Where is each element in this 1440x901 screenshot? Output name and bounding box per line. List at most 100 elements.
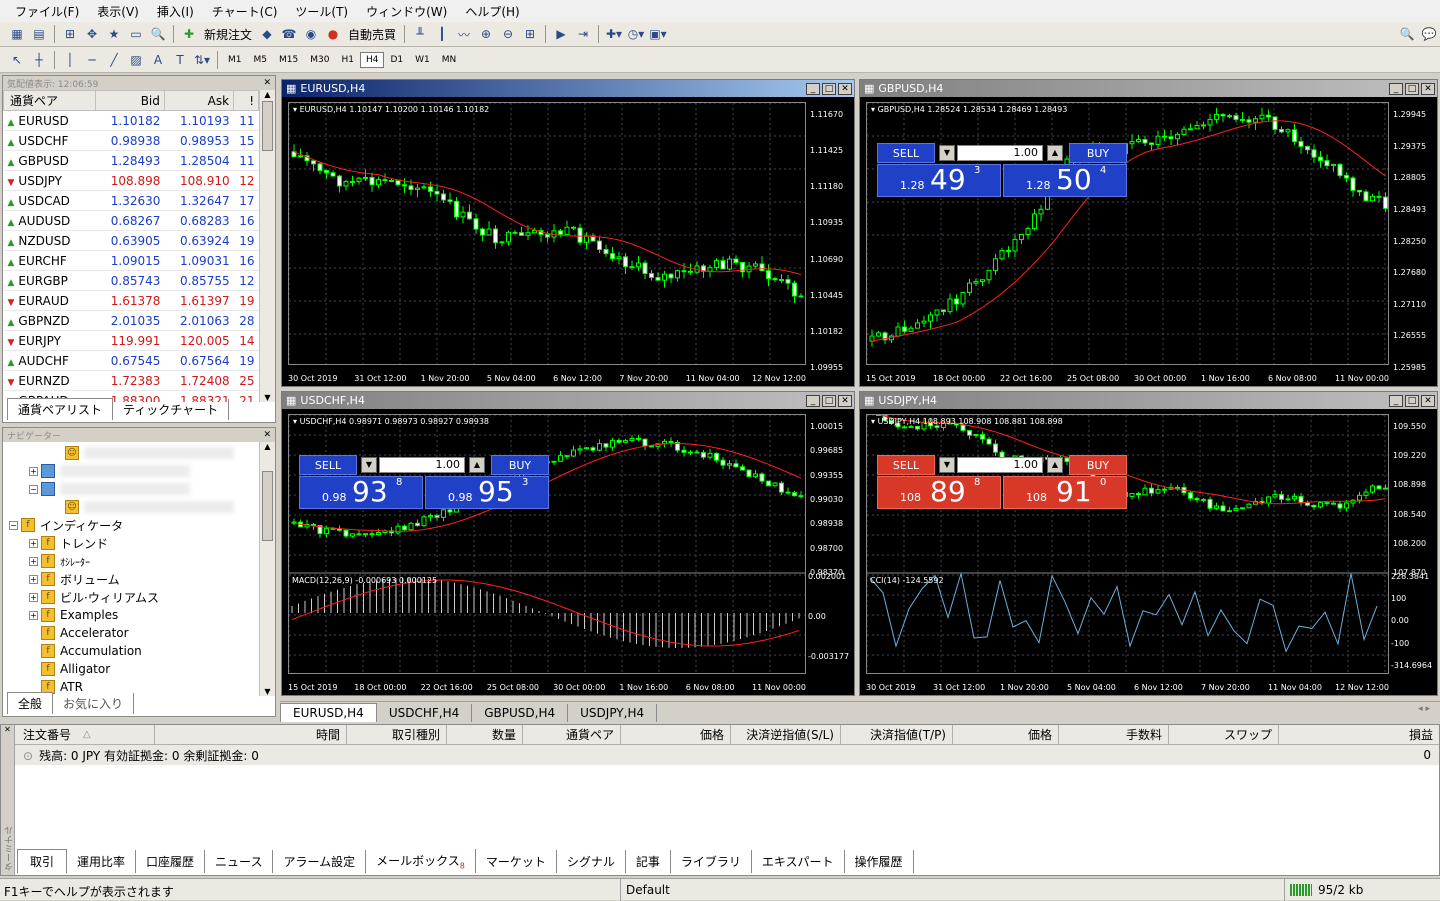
buy-button[interactable]: BUY bbox=[491, 455, 549, 475]
market-watch-row[interactable]: ▲EURGBP0.857430.8575512 bbox=[4, 271, 259, 291]
tab-gbpusd[interactable]: GBPUSD,H4 bbox=[472, 704, 568, 722]
price-plot[interactable]: CCI(14) -124.5592▾ USDJPY,H4 108.893 108… bbox=[866, 414, 1389, 674]
vertical-line-icon[interactable]: │ bbox=[59, 49, 81, 71]
tf-m5[interactable]: M5 bbox=[248, 52, 274, 68]
tab-symbols[interactable]: 通貨ペアリスト bbox=[7, 398, 113, 420]
navigator-toggle-icon[interactable]: ★ bbox=[103, 23, 125, 45]
expand-icon[interactable]: + bbox=[29, 467, 38, 476]
auto-trade-button[interactable]: 自動売買 bbox=[344, 26, 400, 43]
lot-increase-icon[interactable]: ▲ bbox=[469, 457, 485, 473]
tree-indicator-item[interactable]: fAccumulation bbox=[9, 642, 257, 660]
scroll-thumb[interactable] bbox=[262, 101, 273, 151]
expand-icon[interactable]: + bbox=[29, 539, 38, 548]
chart-window-usdjpy[interactable]: ▦USDJPY,H4 _□✕CCI(14) -124.5592▾ USDJPY,… bbox=[859, 391, 1438, 696]
menu-file[interactable]: ファイル(F) bbox=[6, 3, 88, 20]
tree-group-volume[interactable]: +fボリューム bbox=[9, 570, 257, 588]
horizontal-line-icon[interactable]: ─ bbox=[81, 49, 103, 71]
col-volume[interactable]: 数量 bbox=[447, 725, 523, 744]
text-label-icon[interactable]: T bbox=[169, 49, 191, 71]
col-time[interactable]: 時間 bbox=[155, 725, 347, 744]
market-watch-row[interactable]: ▲EURCHF1.090151.0903116 bbox=[4, 251, 259, 271]
tab-usdchf[interactable]: USDCHF,H4 bbox=[377, 704, 472, 722]
zoom-out-icon[interactable]: ⊖ bbox=[497, 23, 519, 45]
market-watch-row[interactable]: ▲EURUSD1.101821.1019311 bbox=[4, 111, 259, 131]
buy-button[interactable]: BUY bbox=[1069, 143, 1127, 163]
tree-indicator-item[interactable]: fAlligator bbox=[9, 660, 257, 678]
balance-row[interactable]: ⊙残高: 0 JPY 有効証拠金: 0 余剰証拠金: 0 0 bbox=[15, 745, 1439, 765]
sell-price[interactable]: 108 89 8 bbox=[877, 476, 1001, 509]
price-plot[interactable]: ▾ GBPUSD,H4 1.28524 1.28534 1.28469 1.28… bbox=[866, 102, 1389, 365]
close-icon[interactable]: ✕ bbox=[263, 78, 271, 88]
chart-window-usdchf[interactable]: ▦USDCHF,H4 _□✕MACD(12,26,9) -0.000693 0.… bbox=[281, 391, 855, 696]
chat-icon[interactable]: 💬 bbox=[1418, 23, 1440, 45]
tab-general[interactable]: 全般 bbox=[7, 692, 53, 714]
minimize-icon[interactable]: _ bbox=[1389, 83, 1403, 95]
tab-usdjpy[interactable]: USDJPY,H4 bbox=[568, 704, 657, 722]
templates-icon[interactable]: ▣▾ bbox=[647, 23, 669, 45]
tree-server-item[interactable]: + bbox=[9, 462, 257, 480]
tab-articles[interactable]: 記事 bbox=[626, 850, 671, 873]
sell-button[interactable]: SELL bbox=[299, 455, 357, 475]
candlestick-icon[interactable]: ┃ bbox=[431, 23, 453, 45]
tree-indicators[interactable]: −fインディケータ bbox=[9, 516, 257, 534]
menu-window[interactable]: ウィンドウ(W) bbox=[357, 3, 456, 20]
tab-signals[interactable]: シグナル bbox=[557, 850, 626, 873]
bar-chart-icon[interactable]: ╨ bbox=[409, 23, 431, 45]
tab-journal[interactable]: 操作履歴 bbox=[845, 850, 914, 873]
collapse-icon[interactable]: − bbox=[9, 521, 18, 530]
chart-title-bar[interactable]: ▦EURUSD,H4 _□✕ bbox=[282, 80, 854, 97]
scroll-up-icon[interactable]: ▲ bbox=[260, 442, 275, 451]
metaeditor-icon[interactable]: ◆ bbox=[256, 23, 278, 45]
tree-group-trend[interactable]: +fトレンド bbox=[9, 534, 257, 552]
tab-trade[interactable]: 取引 bbox=[17, 849, 67, 873]
maximize-icon[interactable]: □ bbox=[822, 395, 836, 407]
market-watch-row[interactable]: ▲AUDCHF0.675450.6756419 bbox=[4, 351, 259, 371]
expand-icon[interactable]: + bbox=[29, 575, 38, 584]
tf-h4[interactable]: H4 bbox=[360, 52, 385, 68]
tree-indicator-item[interactable]: fAccelerator bbox=[9, 624, 257, 642]
menu-tools[interactable]: ツール(T) bbox=[286, 3, 357, 20]
market-watch-row[interactable]: ▲USDCHF0.989380.9895315 bbox=[4, 131, 259, 151]
price-plot[interactable]: ▾ EURUSD,H4 1.10147 1.10200 1.10146 1.10… bbox=[288, 102, 806, 365]
tf-m15[interactable]: M15 bbox=[273, 52, 304, 68]
minimize-icon[interactable]: _ bbox=[806, 395, 820, 407]
data-window-icon[interactable]: ✥ bbox=[81, 23, 103, 45]
col-spread[interactable]: ! bbox=[234, 91, 259, 111]
tree-server-item[interactable]: − bbox=[9, 480, 257, 498]
lot-increase-icon[interactable]: ▲ bbox=[1047, 457, 1063, 473]
chart-title-bar[interactable]: ▦USDCHF,H4 _□✕ bbox=[282, 392, 854, 409]
maximize-icon[interactable]: □ bbox=[1405, 395, 1419, 407]
scroll-thumb[interactable] bbox=[262, 471, 273, 541]
line-chart-icon[interactable]: 〰 bbox=[453, 23, 475, 45]
new-order-icon[interactable]: ✚ bbox=[178, 23, 200, 45]
col-symbol[interactable]: 通貨ペア bbox=[4, 91, 96, 111]
chart-shift-icon[interactable]: ⇥ bbox=[572, 23, 594, 45]
lot-decrease-icon[interactable]: ▼ bbox=[361, 457, 377, 473]
navigator-scrollbar[interactable]: ▲ ▼ bbox=[259, 442, 275, 696]
close-icon[interactable]: ✕ bbox=[1421, 83, 1435, 95]
chart-title-bar[interactable]: ▦GBPUSD,H4 _□✕ bbox=[860, 80, 1437, 97]
tree-group-oscillator[interactable]: +fｵｼﾚｰﾀｰ bbox=[9, 552, 257, 570]
chart-window-gbpusd[interactable]: ▦GBPUSD,H4 _□✕ ▾ GBPUSD,H4 1.28524 1.2853… bbox=[859, 79, 1438, 387]
tab-mailbox[interactable]: メールボックス8 bbox=[366, 849, 476, 873]
auto-scroll-icon[interactable]: ▶ bbox=[550, 23, 572, 45]
profiles-icon[interactable]: ▤ bbox=[28, 23, 50, 45]
lot-size-input[interactable]: 1.00 bbox=[957, 457, 1043, 473]
col-ask[interactable]: Ask bbox=[164, 91, 233, 111]
channel-icon[interactable]: ▨ bbox=[125, 49, 147, 71]
tab-news[interactable]: ニュース bbox=[205, 850, 273, 873]
auto-trade-icon[interactable]: ● bbox=[322, 23, 344, 45]
tab-history[interactable]: 口座履歴 bbox=[136, 850, 205, 873]
text-icon[interactable]: A bbox=[147, 49, 169, 71]
trendline-icon[interactable]: ╱ bbox=[103, 49, 125, 71]
lot-size-input[interactable]: 1.00 bbox=[379, 457, 465, 473]
minimize-icon[interactable]: _ bbox=[1389, 395, 1403, 407]
market-watch-row[interactable]: ▲NZDUSD0.639050.6392419 bbox=[4, 231, 259, 251]
search-icon[interactable]: 🔍 bbox=[1396, 23, 1418, 45]
tab-market[interactable]: マーケット bbox=[476, 850, 557, 873]
buy-price[interactable]: 0.98 95 3 bbox=[425, 476, 549, 509]
tile-windows-icon[interactable]: ⊞ bbox=[519, 23, 541, 45]
sell-price[interactable]: 1.28 49 3 bbox=[877, 164, 1001, 197]
buy-price[interactable]: 108 91 0 bbox=[1003, 476, 1127, 509]
tab-alerts[interactable]: アラーム設定 bbox=[273, 850, 366, 873]
